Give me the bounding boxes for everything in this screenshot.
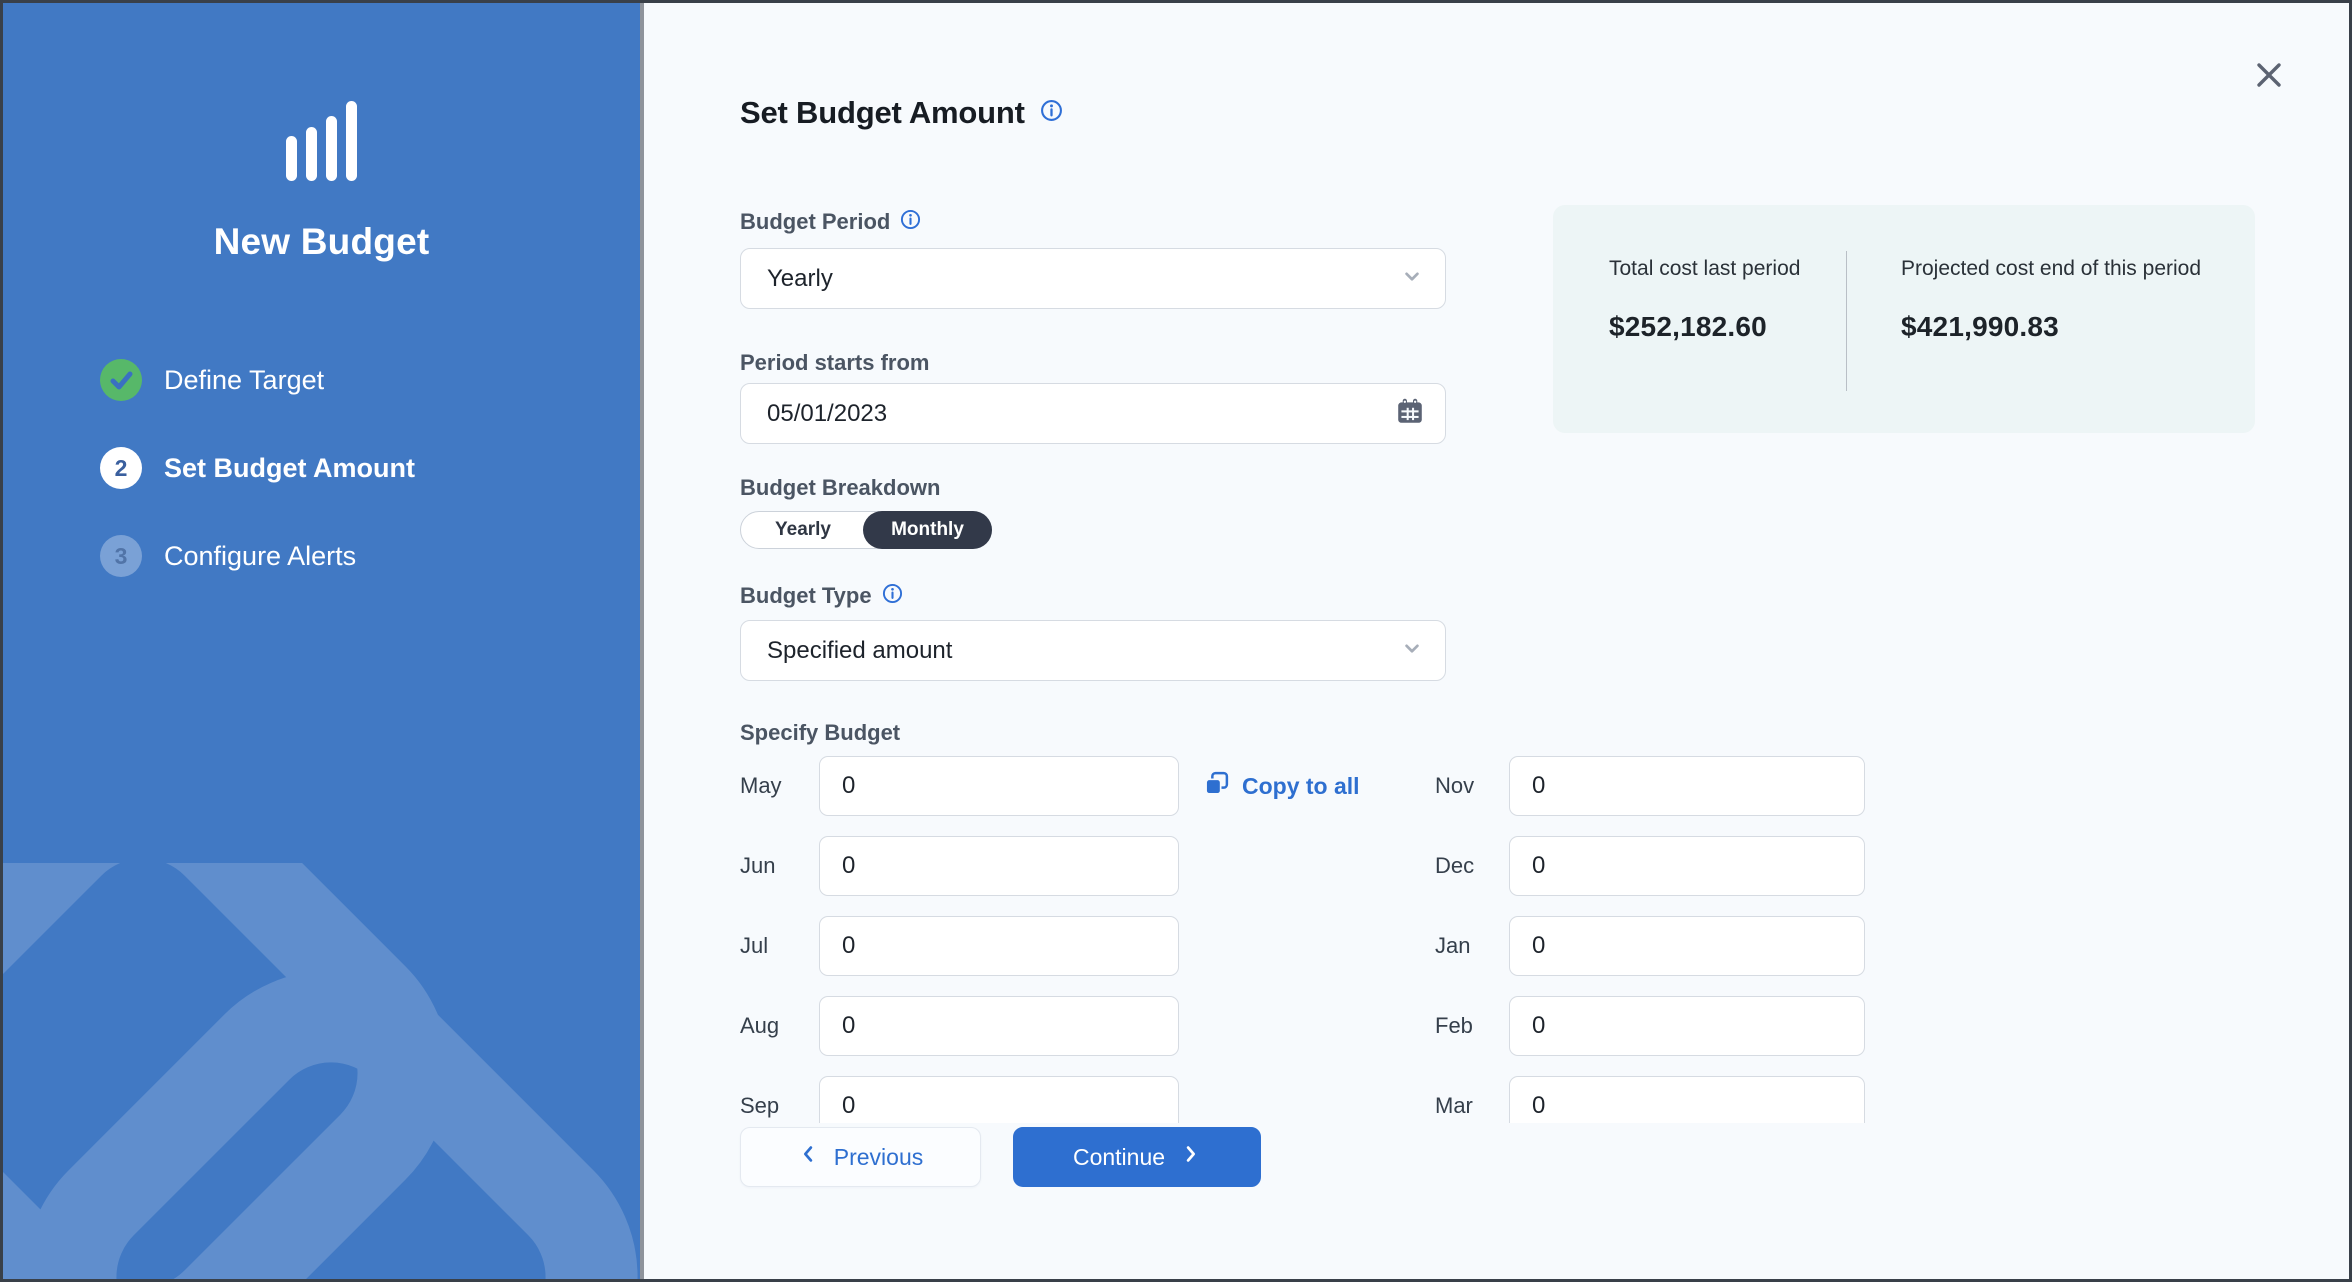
month-label-jan: Jan xyxy=(1435,933,1509,959)
wizard-title: New Budget xyxy=(3,221,640,263)
projected-cost-label: Projected cost end of this period xyxy=(1901,253,2215,285)
page-title: Set Budget Amount xyxy=(740,95,1025,131)
period-starts-value: 05/01/2023 xyxy=(767,400,887,428)
budget-breakdown-label: Budget Breakdown xyxy=(740,475,940,501)
month-label-may: May xyxy=(740,773,819,799)
month-label-sep: Sep xyxy=(740,1093,819,1119)
month-input-jan[interactable] xyxy=(1509,916,1865,976)
chevron-left-icon xyxy=(798,1143,820,1171)
month-label-nov: Nov xyxy=(1435,773,1509,799)
close-icon[interactable] xyxy=(2255,61,2283,89)
continue-button[interactable]: Continue xyxy=(1013,1127,1261,1187)
budget-breakdown-toggle[interactable]: Yearly Monthly xyxy=(740,511,992,549)
chevron-down-icon xyxy=(1399,263,1425,294)
month-label-mar: Mar xyxy=(1435,1093,1509,1119)
new-budget-dialog: New Budget Define Target 2 Set Budget Am… xyxy=(0,0,2352,1282)
wizard-steps: Define Target 2 Set Budget Amount 3 Conf… xyxy=(100,359,415,623)
title-info-icon[interactable] xyxy=(1040,99,1063,127)
total-cost-value: $252,182.60 xyxy=(1609,311,1846,343)
step-set-budget-amount[interactable]: 2 Set Budget Amount xyxy=(100,447,415,489)
month-label-feb: Feb xyxy=(1435,1013,1509,1039)
step-configure-alerts[interactable]: 3 Configure Alerts xyxy=(100,535,415,577)
copy-to-all-link[interactable]: Copy to all xyxy=(1179,770,1435,802)
projected-cost-value: $421,990.83 xyxy=(1901,311,2215,343)
month-label-dec: Dec xyxy=(1435,853,1509,879)
budget-period-value: Yearly xyxy=(767,265,833,293)
step-label: Set Budget Amount xyxy=(164,453,415,484)
month-budget-list: May Copy to all Nov Jun xyxy=(740,753,1870,1123)
wizard-sidebar: New Budget Define Target 2 Set Budget Am… xyxy=(3,3,640,1279)
month-input-feb[interactable] xyxy=(1509,996,1865,1056)
month-input-jun[interactable] xyxy=(819,836,1179,896)
budget-type-info-icon[interactable] xyxy=(882,583,903,609)
step-complete-check-icon xyxy=(100,359,142,401)
chevron-right-icon xyxy=(1179,1143,1201,1171)
budget-type-value: Specified amount xyxy=(767,637,952,665)
month-input-mar[interactable] xyxy=(1509,1076,1865,1123)
toggle-option-yearly[interactable]: Yearly xyxy=(741,519,865,541)
step-label: Configure Alerts xyxy=(164,541,356,572)
month-input-sep[interactable] xyxy=(819,1076,1179,1123)
budget-period-info-icon[interactable] xyxy=(900,209,921,235)
budget-period-select[interactable]: Yearly xyxy=(740,248,1446,309)
period-starts-input[interactable]: 05/01/2023 xyxy=(740,383,1446,444)
step-label: Define Target xyxy=(164,365,324,396)
bar-chart-logo-icon xyxy=(3,101,640,181)
step-number-badge: 2 xyxy=(100,447,142,489)
set-budget-panel: Total cost last period $252,182.60 Proje… xyxy=(644,3,2349,1279)
calendar-icon[interactable] xyxy=(1395,396,1425,431)
month-label-aug: Aug xyxy=(740,1013,819,1039)
month-label-jul: Jul xyxy=(740,933,819,959)
month-input-may[interactable] xyxy=(819,756,1179,816)
specify-budget-label: Specify Budget xyxy=(740,720,900,746)
brand-watermark xyxy=(3,863,640,1279)
month-input-aug[interactable] xyxy=(819,996,1179,1056)
toggle-option-monthly[interactable]: Monthly xyxy=(863,511,992,549)
total-cost-label: Total cost last period xyxy=(1609,253,1846,285)
month-input-jul[interactable] xyxy=(819,916,1179,976)
budget-type-label: Budget Type xyxy=(740,583,872,609)
month-input-nov[interactable] xyxy=(1509,756,1865,816)
continue-label: Continue xyxy=(1073,1144,1165,1171)
previous-label: Previous xyxy=(834,1144,923,1171)
previous-button[interactable]: Previous xyxy=(740,1127,981,1187)
budget-period-label: Budget Period xyxy=(740,209,890,235)
chevron-down-icon xyxy=(1399,635,1425,666)
step-define-target[interactable]: Define Target xyxy=(100,359,415,401)
month-label-jun: Jun xyxy=(740,853,819,879)
copy-to-all-label: Copy to all xyxy=(1242,773,1360,800)
step-number-badge: 3 xyxy=(100,535,142,577)
month-input-dec[interactable] xyxy=(1509,836,1865,896)
period-starts-label: Period starts from xyxy=(740,350,930,376)
cost-summary-panel: Total cost last period $252,182.60 Proje… xyxy=(1553,205,2255,433)
wizard-footer: Previous Continue xyxy=(740,1127,2349,1187)
budget-type-select[interactable]: Specified amount xyxy=(740,620,1446,681)
copy-icon xyxy=(1203,770,1230,802)
